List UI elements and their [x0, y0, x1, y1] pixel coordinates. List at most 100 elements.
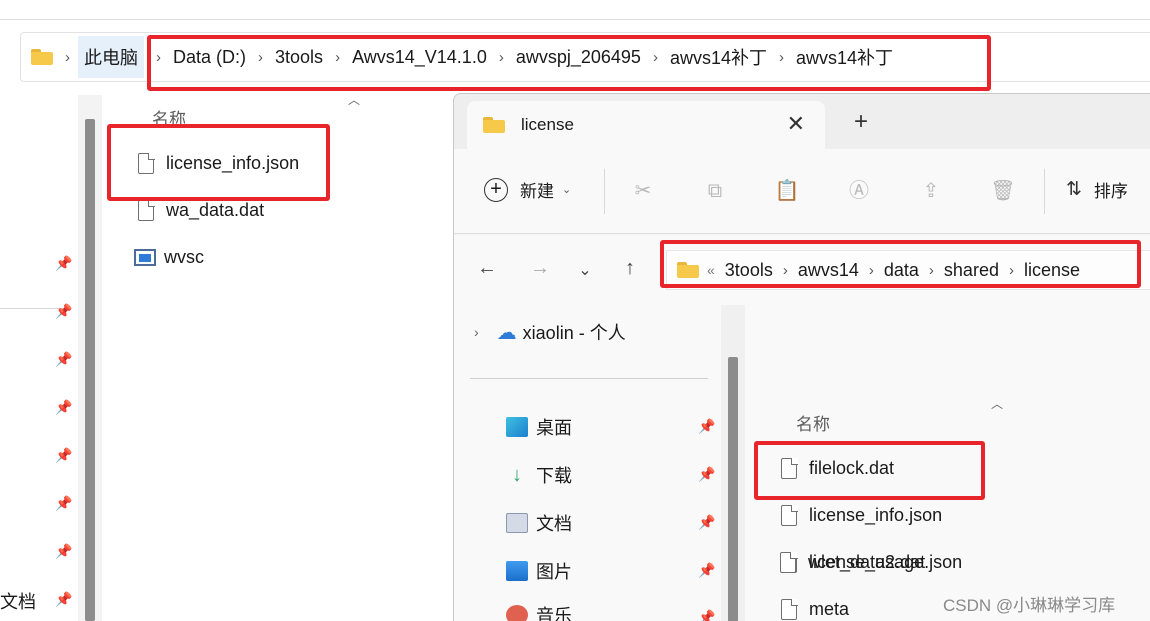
breadcrumb-data[interactable]: data: [884, 260, 919, 281]
breadcrumb-3tools[interactable]: 3tools: [275, 47, 323, 68]
file-name: wa_data.dat: [166, 200, 265, 220]
tab-bar: license ✕ +: [454, 94, 1150, 149]
cloud-icon: ☁: [496, 321, 517, 344]
toolbar-separator: [604, 169, 605, 214]
file-icon: [781, 504, 798, 526]
scrollbar-thumb[interactable]: [728, 357, 738, 621]
forward-arrow-icon[interactable]: →: [528, 257, 552, 280]
pin-icon[interactable]: 📌: [55, 351, 72, 367]
nav-item-label: 桌面: [536, 418, 572, 438]
chevron-right-icon: ›: [258, 48, 264, 66]
music-icon: [506, 605, 528, 621]
cut-icon[interactable]: ✂: [629, 177, 657, 205]
pin-icon[interactable]: 📌: [55, 495, 72, 511]
paste-icon[interactable]: 📋: [773, 177, 801, 205]
copy-icon[interactable]: ⧉: [701, 177, 729, 205]
pin-icon[interactable]: 📌: [55, 447, 72, 463]
breadcrumb-3tools[interactable]: 3tools: [725, 260, 773, 281]
list-item[interactable]: wa_data.dat: [138, 199, 265, 221]
file-icon: [138, 199, 155, 221]
nav-item-label: 下载: [536, 466, 572, 486]
sort-up-icon: ︿: [348, 93, 361, 107]
nav-item-music[interactable]: 音乐: [506, 602, 572, 621]
nav-item-desktop[interactable]: 桌面: [506, 414, 572, 440]
list-item[interactable]: wvsc: [134, 247, 204, 268]
breadcrumb-license[interactable]: license: [1024, 260, 1080, 281]
breadcrumb-awvs14[interactable]: awvs14: [798, 260, 859, 281]
pin-icon[interactable]: 📌: [698, 562, 715, 579]
pin-icon[interactable]: 📌: [698, 609, 715, 621]
download-icon: ↓: [512, 464, 522, 486]
file-name: license_info.json: [809, 505, 943, 525]
file-name: wlet_data2.dat: [808, 552, 926, 572]
nav-item-label: 图片: [536, 562, 572, 582]
toolbar-separator: [1044, 169, 1045, 214]
double-chevron-left-icon[interactable]: «: [707, 262, 715, 278]
file-icon: [780, 551, 797, 573]
list-item[interactable]: license_info.json: [781, 504, 943, 526]
folder-icon: [31, 49, 53, 65]
sort-arrows-icon: ⇅: [1066, 179, 1082, 200]
up-arrow-icon[interactable]: ↑: [618, 257, 642, 280]
window-top-edge: [0, 0, 1150, 20]
pin-icon[interactable]: 📌: [55, 399, 72, 415]
folder-icon: [483, 117, 505, 133]
pin-icon[interactable]: 📌: [698, 466, 715, 483]
tab-license[interactable]: license ✕: [467, 101, 825, 149]
chevron-right-icon: ›: [868, 261, 874, 279]
sort-button[interactable]: ⇅ 排序: [1066, 177, 1128, 202]
breadcrumb-shared[interactable]: shared: [944, 260, 999, 281]
column-header-name[interactable]: 名称: [796, 410, 830, 435]
nav-item-pictures[interactable]: 图片: [506, 558, 572, 584]
breadcrumb-drive[interactable]: Data (D:): [173, 47, 246, 68]
nav-item-onedrive[interactable]: › ☁ xiaolin - 个人: [474, 319, 626, 345]
chevron-right-icon: ›: [782, 261, 788, 279]
back-arrow-icon[interactable]: ←: [475, 257, 499, 280]
back-address-bar[interactable]: › 此电脑 › Data (D:) › 3tools › Awvs14_V14.…: [20, 32, 1150, 82]
delete-icon[interactable]: 🗑: [989, 177, 1017, 205]
breadcrumb-patch-1[interactable]: awvs14补丁: [670, 44, 767, 70]
nav-item-label: 文档: [536, 514, 572, 534]
document-icon: [506, 513, 528, 533]
breadcrumb-patch-2[interactable]: awvs14补丁: [796, 44, 893, 70]
plus-icon: +: [484, 177, 508, 202]
rename-icon[interactable]: Ⓐ: [845, 177, 873, 205]
breadcrumb-awvspj[interactable]: awvspj_206495: [516, 47, 641, 68]
nav-divider: [470, 378, 708, 379]
content-area: › ☁ xiaolin - 个人 桌面 📌 ↓ 下载 📌 文档 📌 图片 📌 音…: [454, 305, 1150, 621]
list-item[interactable]: filelock.dat: [781, 457, 894, 479]
front-address-bar[interactable]: « 3tools › awvs14 › data › shared › lice…: [666, 250, 1150, 290]
column-header-name[interactable]: 名称: [152, 105, 186, 130]
list-item[interactable]: wlet_data2.dat: [780, 551, 926, 573]
list-item[interactable]: license_info.json: [138, 152, 300, 174]
breadcrumb-this-pc[interactable]: 此电脑: [78, 36, 144, 78]
nav-item-documents[interactable]: 文档: [506, 510, 572, 536]
pin-icon[interactable]: 📌: [698, 514, 715, 531]
desktop-icon: [506, 417, 528, 437]
pin-icon[interactable]: 📌: [55, 255, 72, 271]
close-icon[interactable]: ✕: [787, 111, 805, 137]
chevron-right-icon: ›: [65, 48, 70, 66]
pin-icon[interactable]: 📌: [55, 543, 72, 559]
new-tab-button[interactable]: +: [854, 108, 868, 136]
pin-icon[interactable]: 📌: [55, 591, 72, 607]
pin-icon[interactable]: 📌: [698, 418, 715, 435]
nav-scrollbar[interactable]: [721, 305, 745, 621]
navigation-bar: ← → ⌄ ↑ « 3tools › awvs14 › data › share…: [454, 235, 1150, 305]
recent-chevron-down-icon[interactable]: ⌄: [573, 260, 597, 280]
chevron-down-icon: ⌄: [562, 184, 572, 196]
new-button[interactable]: + 新建 ⌄: [484, 177, 571, 202]
command-bar: + 新建 ⌄ ✂ ⧉ 📋 Ⓐ ⇪ 🗑 ⇅ 排序: [454, 149, 1150, 234]
breadcrumb-awvs-version[interactable]: Awvs14_V14.1.0: [352, 47, 487, 68]
chevron-right-icon: ›: [498, 48, 504, 66]
list-item[interactable]: meta: [781, 598, 849, 620]
nav-item-documents-partial[interactable]: 文档: [0, 588, 36, 614]
sort-button-label: 排序: [1093, 182, 1128, 201]
file-name: license_info.json: [166, 153, 300, 173]
share-icon[interactable]: ⇪: [917, 177, 945, 205]
scrollbar-thumb[interactable]: [85, 119, 95, 621]
chevron-right-icon: ›: [335, 48, 341, 66]
back-nav-scrollbar[interactable]: [78, 95, 102, 621]
nav-item-downloads[interactable]: ↓ 下载: [506, 462, 572, 488]
pin-icon[interactable]: 📌: [55, 303, 72, 319]
